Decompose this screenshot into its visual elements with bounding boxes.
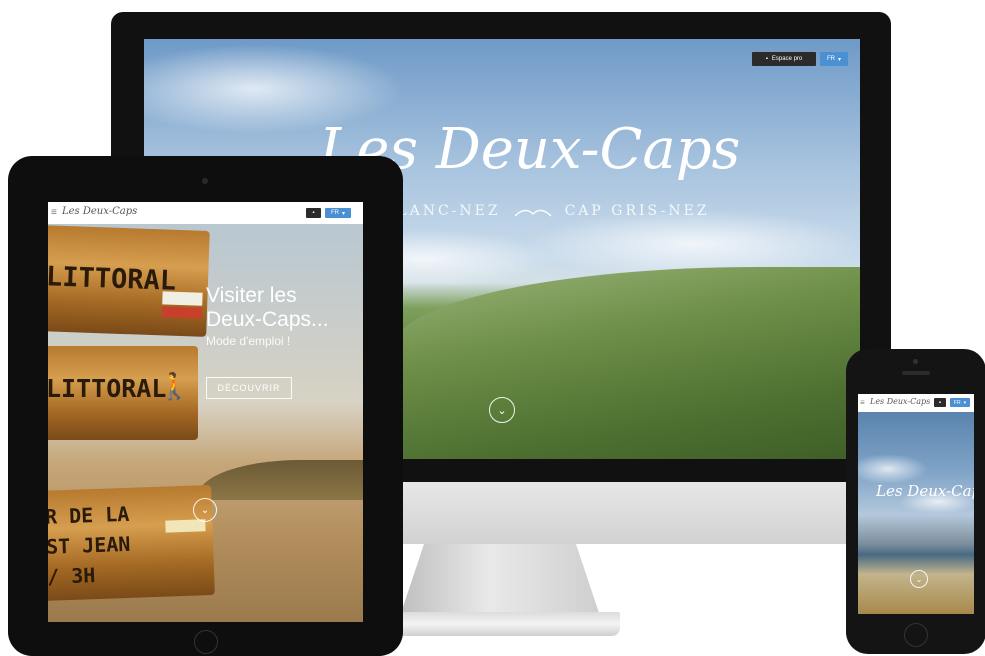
sign-line-2: ST JEAN	[48, 531, 131, 559]
wooden-sign-littoral-1: LITTORAL	[48, 225, 210, 337]
cloud	[858, 454, 928, 484]
tablet-screen: ≡ Les Deux-Caps ▪ FR ▾ LITTORAL LITTORAL…	[48, 202, 363, 622]
hamburger-menu-icon[interactable]: ≡	[860, 398, 865, 407]
language-label: FR	[953, 399, 961, 406]
chevron-down-icon: ⌄	[497, 404, 507, 417]
home-button[interactable]	[194, 630, 218, 654]
trail-marker-red	[161, 306, 203, 319]
trail-marker-white	[162, 291, 203, 306]
espace-pro-label: Espace pro	[771, 56, 803, 62]
language-label: FR	[330, 210, 339, 216]
espace-pro-button[interactable]: ▪	[306, 208, 321, 218]
espace-pro-button[interactable]: ▪	[934, 398, 946, 407]
id-card-icon: ▪	[765, 56, 768, 62]
subtitle-right: CAP GRIS-NEZ	[564, 203, 710, 219]
discover-button[interactable]: DÉCOUVRIR	[206, 377, 292, 399]
chevron-down-icon: ▾	[837, 56, 841, 63]
sign-line-3: / 3H	[48, 563, 96, 589]
phone-header-logo[interactable]: Les Deux-Caps	[870, 397, 930, 406]
monitor-stand-neck	[400, 544, 600, 616]
hiker-icon: 🚶	[158, 372, 191, 402]
chevron-down-icon: ▾	[963, 399, 967, 406]
sign-text: LITTORAL	[48, 374, 167, 403]
logo-subtitle: BLANC-NEZ CAP GRIS-NEZ	[384, 203, 710, 219]
camera-dot	[202, 178, 208, 184]
sign-line-1: R DE LA	[48, 501, 130, 529]
camera-dot	[913, 359, 918, 364]
phone-screen: ≡ Les Deux-Caps ▪ FR ▾ Les Deux-Caps ⌄	[858, 394, 974, 614]
wooden-sign-direction: R DE LA ST JEAN / 3H	[48, 484, 215, 602]
language-label: FR	[826, 56, 835, 62]
scroll-down-button[interactable]: ⌄	[489, 397, 515, 423]
sign-text: LITTORAL	[48, 261, 177, 297]
language-select[interactable]: FR ▾	[950, 398, 970, 407]
phone-hero-logo: Les Deux-Caps	[876, 482, 974, 500]
chevron-down-icon: ▾	[341, 210, 345, 217]
monitor-stand-base	[380, 612, 620, 636]
headline-line-1: Visiter les	[206, 284, 297, 307]
chevron-down-icon: ⌄	[915, 574, 923, 584]
headline-line-2: Deux-Caps...	[206, 308, 329, 331]
grass-field	[394, 267, 860, 459]
hamburger-menu-icon[interactable]: ≡	[51, 207, 57, 218]
hero-tagline: Mode d'emploi !	[206, 334, 291, 348]
espace-pro-button[interactable]: ▪ Espace pro	[752, 52, 816, 66]
language-select[interactable]: FR ▾	[325, 208, 351, 218]
tablet-logo[interactable]: Les Deux-Caps	[62, 206, 137, 217]
hero-headline: Visiter les Deux-Caps...	[206, 284, 329, 332]
tablet-device: ≡ Les Deux-Caps ▪ FR ▾ LITTORAL LITTORAL…	[8, 156, 403, 656]
id-card-icon: ▪	[312, 210, 315, 216]
seagull-icon	[514, 209, 552, 217]
home-button[interactable]	[904, 623, 928, 647]
scroll-down-button[interactable]: ⌄	[910, 570, 928, 588]
id-card-icon: ▪	[938, 399, 942, 406]
speaker-grille	[902, 371, 930, 375]
wooden-sign-littoral-2: LITTORAL 🚶	[48, 346, 198, 440]
language-select[interactable]: FR ▾	[820, 52, 848, 66]
phone-device: ≡ Les Deux-Caps ▪ FR ▾ Les Deux-Caps ⌄	[846, 349, 985, 654]
scroll-down-button[interactable]: ⌄	[193, 498, 217, 522]
trail-marker-yellow	[165, 519, 206, 533]
chevron-down-icon: ⌄	[200, 504, 210, 516]
